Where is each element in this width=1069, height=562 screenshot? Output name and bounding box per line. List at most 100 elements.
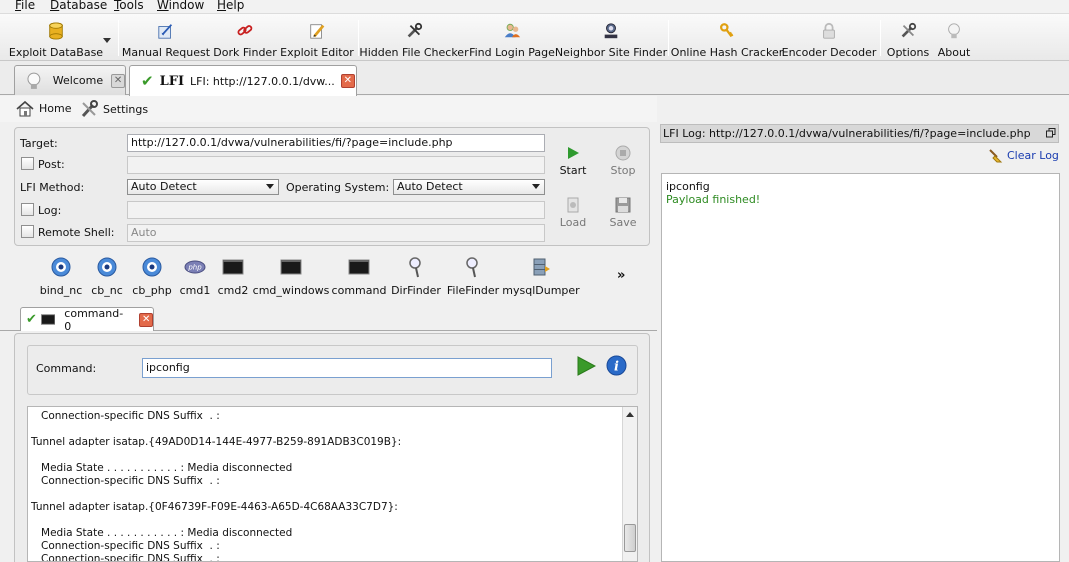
home-button[interactable]: Home	[16, 100, 71, 117]
stop-button[interactable]: Stop	[608, 144, 638, 177]
payload-cmd2[interactable]: cmd2	[217, 256, 249, 297]
svg-text:i: i	[614, 360, 619, 375]
broom-icon	[989, 149, 1003, 163]
payload-filefinder[interactable]: FileFinder	[446, 256, 500, 297]
close-icon[interactable]: ✕	[340, 74, 355, 88]
more-payloads-button[interactable]: »	[617, 268, 625, 283]
info-icon[interactable]: i	[606, 355, 627, 376]
log-output[interactable]: ipconfig Payload finished!	[661, 173, 1060, 562]
check-icon: ✔	[141, 72, 154, 90]
options-button[interactable]: Options	[887, 16, 929, 59]
remote-shell-label: Remote Shell:	[38, 226, 115, 239]
floppy-disk-icon	[615, 197, 631, 213]
close-icon[interactable]: ✕	[111, 73, 125, 88]
console-line: Connection-specific DNS Suffix . :	[31, 475, 220, 487]
settings-label: Settings	[103, 102, 149, 116]
payload-label: cmd_windows	[252, 284, 330, 297]
menu-database[interactable]: Database	[50, 0, 107, 13]
settings-button[interactable]: Settings	[80, 100, 148, 118]
dork-finder-button[interactable]: Dork Finder	[213, 16, 277, 59]
payload-mysqldumper[interactable]: mysqlDumper	[502, 256, 580, 297]
payload-cb-php[interactable]: cb_php	[132, 256, 172, 297]
start-button[interactable]: Start	[558, 146, 588, 177]
toolbar-label: Exploit DataBase	[8, 46, 104, 59]
clear-log-label: Clear Log	[1007, 149, 1059, 162]
toolbar-label: Neighbor Site Finder	[554, 46, 668, 59]
tab-label: LFI: http://127.0.0.1/dvw...	[190, 74, 335, 88]
hidden-file-checker-button[interactable]: Hidden File Checker	[359, 16, 469, 59]
load-label: Load	[559, 216, 587, 229]
toolbar-label: Manual Request	[121, 46, 211, 59]
neighbor-site-finder-button[interactable]: Neighbor Site Finder	[555, 16, 667, 59]
play-icon[interactable]	[577, 356, 596, 376]
manual-request-button[interactable]: Manual Request	[122, 16, 210, 59]
command-input[interactable]: ipconfig	[142, 358, 552, 378]
tab-welcome[interactable]: Welcome ✕	[14, 65, 126, 95]
online-hash-cracker-button[interactable]: Online Hash Cracker	[671, 16, 783, 59]
exploit-editor-button[interactable]: Exploit Editor	[280, 16, 354, 59]
toolbar-label: Options	[886, 46, 930, 59]
log-title: LFI Log: http://127.0.0.1/dvwa/vulnerabi…	[663, 127, 1031, 140]
payload-cmd-windows[interactable]: cmd_windows	[253, 256, 329, 297]
console-line: Tunnel adapter isatap.{0F46739F-F09E-446…	[31, 501, 398, 513]
toolbar-label: Encoder Decoder	[781, 46, 877, 59]
restore-window-icon[interactable]	[1046, 128, 1056, 138]
post-label: Post:	[38, 158, 65, 171]
payload-label: FileFinder	[446, 284, 500, 297]
post-checkbox[interactable]	[21, 157, 34, 170]
save-button[interactable]: Save	[608, 196, 638, 229]
post-input[interactable]	[127, 156, 545, 174]
log-line: ipconfig	[666, 180, 710, 193]
lfi-method-select[interactable]: Auto Detect	[127, 179, 279, 195]
tab-command-0[interactable]: ✔ command-0 ✕	[20, 306, 154, 333]
payload-dirfinder[interactable]: DirFinder	[391, 256, 441, 297]
console-scrollbar[interactable]	[622, 407, 637, 561]
scroll-up-icon[interactable]	[626, 412, 634, 417]
operating-system-select[interactable]: Auto Detect	[393, 179, 545, 195]
about-button[interactable]: About	[936, 16, 972, 59]
dropdown-arrow-icon[interactable]	[103, 38, 111, 43]
link-icon	[237, 25, 253, 36]
exploit-database-button[interactable]: Exploit DataBase	[9, 16, 103, 59]
console-output[interactable]: Connection-specific DNS Suffix . : Tunne…	[27, 406, 638, 562]
target-input[interactable]: http://127.0.0.1/dvwa/vulnerabilities/fi…	[127, 134, 545, 152]
payload-label: DirFinder	[391, 284, 441, 297]
wrench-icon	[901, 22, 917, 38]
payload-label: mysqlDumper	[502, 284, 580, 297]
magnifier-icon	[409, 257, 421, 278]
payload-label: command	[331, 284, 387, 297]
log-checkbox[interactable]	[21, 203, 34, 216]
operating-system-value: Auto Detect	[397, 180, 463, 193]
scroll-thumb[interactable]	[624, 524, 636, 552]
close-icon[interactable]: ✕	[139, 312, 153, 327]
payload-cmd1[interactable]: php cmd1	[179, 256, 211, 297]
menu-help[interactable]: Help	[217, 0, 244, 13]
menu-bar: File Database Tools Window Help	[0, 0, 1069, 14]
terminal-icon	[280, 259, 302, 275]
home-row: Home Settings	[0, 96, 657, 122]
payload-cb-nc[interactable]: cb_nc	[90, 256, 124, 297]
save-label: Save	[609, 216, 637, 229]
toolbar-label: Online Hash Cracker	[670, 46, 784, 59]
load-button[interactable]: Load	[558, 196, 588, 229]
menu-tools[interactable]: Tools	[114, 0, 144, 13]
log-line: Payload finished!	[666, 193, 761, 206]
menu-file[interactable]: File	[15, 0, 35, 13]
console-line: Connection-specific DNS Suffix . :	[31, 540, 220, 552]
terminal-icon	[40, 314, 56, 325]
payload-bind-nc[interactable]: bind_nc	[40, 256, 82, 297]
remote-shell-checkbox[interactable]	[21, 225, 34, 238]
remote-shell-input[interactable]: Auto	[127, 224, 545, 242]
tab-label: command-0	[64, 306, 124, 333]
wrench-icon	[81, 100, 98, 118]
lightbulb-icon	[948, 23, 960, 39]
clear-log-button[interactable]: Clear Log	[988, 148, 1059, 163]
encoder-decoder-button[interactable]: Encoder Decoder	[782, 16, 876, 59]
log-input[interactable]	[127, 201, 545, 219]
payload-command[interactable]: command	[331, 256, 387, 297]
console-line: Connection-specific DNS Suffix . :	[31, 553, 220, 562]
eye-icon	[97, 257, 117, 277]
menu-window[interactable]: Window	[157, 0, 204, 13]
find-login-page-button[interactable]: Find Login Page	[469, 16, 555, 59]
tab-lfi[interactable]: ✔ LFI LFI: http://127.0.0.1/dvw... ✕	[129, 65, 357, 96]
